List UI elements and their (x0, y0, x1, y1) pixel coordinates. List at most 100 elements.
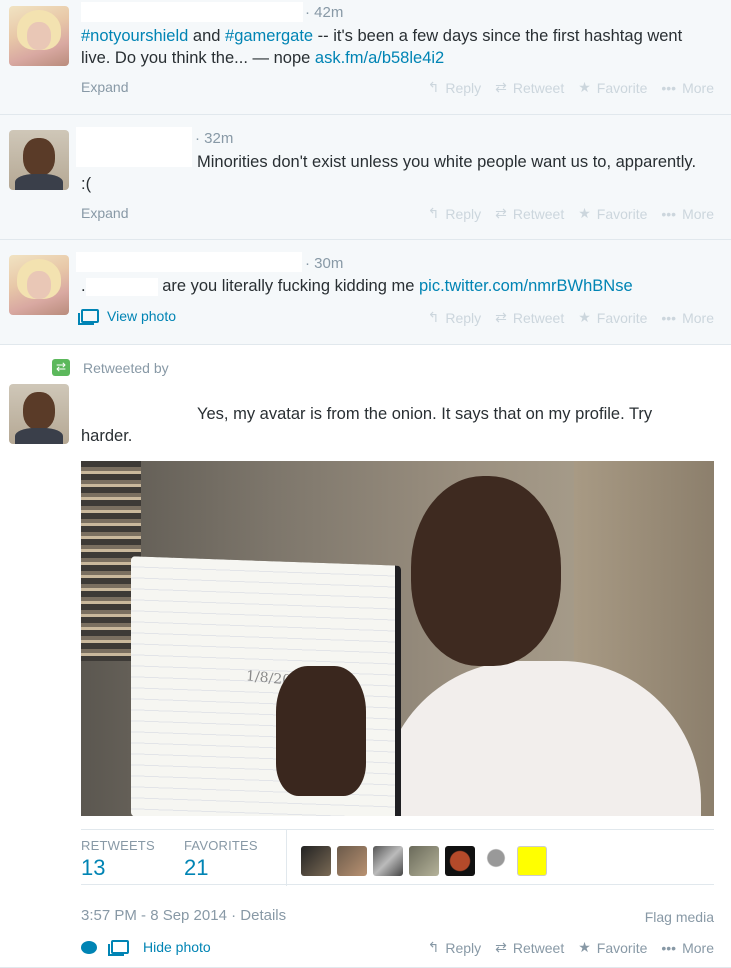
reply-action[interactable]: ↰ Reply (428, 309, 482, 326)
tweet-photo[interactable]: 1/8/2014 (81, 461, 714, 816)
retweet-icon: ⇄ (495, 939, 507, 955)
reply-action[interactable]: ↰ Reply (428, 939, 482, 956)
tweet-time: · 42m (305, 4, 344, 21)
retweet-action[interactable]: ⇄ Retweet (495, 79, 564, 96)
favorite-action[interactable]: ★ Favorite (578, 205, 647, 222)
favoriter-avatar[interactable] (301, 846, 331, 876)
tweet-actions: ↰ Reply ⇄ Retweet ★ Favorite ••• More (428, 939, 714, 956)
retweet-icon: ⇄ (495, 205, 507, 221)
tweet-item[interactable]: · 32m Minorities don't exist unless you … (0, 115, 731, 240)
expand-link[interactable]: Expand (81, 79, 128, 95)
photo-link[interactable]: pic.twitter.com/nmrBWhBNse (419, 277, 633, 295)
ellipsis-icon: ••• (661, 205, 677, 222)
expand-link[interactable]: Expand (81, 205, 128, 221)
avatar[interactable] (9, 130, 69, 190)
ellipsis-icon: ••• (661, 939, 677, 956)
tweet-stats: RETWEETS 13 FAVORITES 21 (81, 829, 714, 886)
stats-divider (286, 830, 287, 886)
ellipsis-icon: ••• (661, 79, 677, 96)
retweets-stat[interactable]: RETWEETS 13 (81, 838, 155, 881)
url-link[interactable]: ask.fm/a/b58le4i2 (315, 49, 444, 67)
tweet-item[interactable]: · 30m . are you literally fucking kiddin… (0, 240, 731, 345)
more-action[interactable]: ••• More (661, 206, 714, 222)
more-label: More (682, 205, 714, 222)
favorite-action[interactable]: ★ Favorite (578, 939, 647, 956)
more-action[interactable]: ••• More (661, 940, 714, 956)
star-icon: ★ (578, 309, 591, 325)
text-segment: and (188, 27, 226, 45)
star-icon: ★ (578, 939, 591, 955)
time-value[interactable]: 32m (204, 130, 233, 147)
retweet-icon: ⇄ (495, 309, 507, 325)
flag-media-link[interactable]: Flag media (645, 909, 714, 925)
more-action[interactable]: ••• More (661, 310, 714, 326)
favoriter-avatar[interactable] (517, 846, 547, 876)
conversation-icon[interactable] (81, 940, 97, 954)
hashtag-link[interactable]: #notyourshield (81, 27, 188, 45)
more-action[interactable]: ••• More (661, 80, 714, 96)
favorite-label: Favorite (596, 309, 648, 326)
hide-photo-link[interactable]: Hide photo (143, 939, 211, 955)
tweet-text: #notyourshield and #gamergate -- it's be… (81, 25, 701, 69)
tweet-actions: ↰ Reply ⇄ Retweet ★ Favorite ••• More (428, 79, 714, 96)
favorite-label: Favorite (596, 205, 648, 222)
reply-label: Reply (445, 205, 482, 222)
details-link[interactable]: Details (240, 907, 286, 924)
avatar[interactable] (9, 255, 69, 315)
retweet-label: Retweet (512, 939, 565, 956)
favorite-action[interactable]: ★ Favorite (578, 79, 647, 96)
favoriter-avatar[interactable] (373, 846, 403, 876)
star-icon: ★ (578, 205, 591, 221)
tweet-time: · 32m (195, 130, 234, 147)
favoriter-avatar[interactable] (337, 846, 367, 876)
photo-icon (108, 940, 129, 956)
avatar[interactable] (9, 384, 69, 444)
time-value[interactable]: 30m (314, 255, 343, 272)
retweet-action[interactable]: ⇄ Retweet (495, 205, 564, 222)
retweet-icon: ⇄ (495, 79, 507, 95)
tweet-text: Yes, my avatar is from the onion. It say… (81, 405, 653, 445)
person-head (411, 476, 561, 666)
retweet-action[interactable]: ⇄ Retweet (495, 309, 564, 326)
retweets-label: RETWEETS (81, 838, 155, 853)
retweet-action[interactable]: ⇄ Retweet (495, 939, 564, 956)
reply-label: Reply (445, 939, 482, 956)
expanded-tweet[interactable]: ⇄ Retweeted by Yes, my avatar is from th… (0, 345, 731, 968)
ellipsis-icon: ••• (661, 309, 677, 326)
tweet-text: . are you literally fucking kidding me p… (81, 275, 701, 297)
redacted-mention (85, 277, 158, 296)
reply-action[interactable]: ↰ Reply (428, 205, 482, 222)
tweet-actions: ↰ Reply ⇄ Retweet ★ Favorite ••• More (428, 309, 714, 326)
hand (276, 666, 366, 796)
favorites-label: FAVORITES (184, 838, 258, 853)
favorite-label: Favorite (596, 79, 648, 96)
media-controls: Hide photo (81, 939, 211, 956)
tweet-timestamp: 3:57 PM - 8 Sep 2014 · Details (81, 907, 287, 924)
avatar[interactable] (9, 6, 69, 66)
view-photo-link[interactable]: View photo (78, 308, 176, 325)
retweet-label: Retweet (512, 205, 565, 222)
favoriter-avatar[interactable] (409, 846, 439, 876)
retweet-icon: ⇄ (52, 359, 70, 376)
tweet-text: Minorities don't exist unless you white … (81, 153, 697, 193)
favorite-action[interactable]: ★ Favorite (578, 309, 647, 326)
retweeted-by-label: Retweeted by (83, 360, 169, 376)
favoriter-avatar[interactable] (481, 846, 511, 876)
reply-action[interactable]: ↰ Reply (428, 79, 482, 96)
favorites-stat[interactable]: FAVORITES 21 (184, 838, 258, 881)
reply-label: Reply (445, 79, 482, 96)
reply-icon: ↰ (427, 939, 440, 955)
tweet-item[interactable]: · 42m #notyourshield and #gamergate -- i… (0, 0, 731, 115)
reply-label: Reply (445, 309, 482, 326)
time-value[interactable]: 42m (314, 4, 343, 21)
text-segment: are you literally fucking kidding me (162, 277, 415, 295)
tweet-time: · 30m (305, 255, 344, 272)
favoriter-avatar[interactable] (445, 846, 475, 876)
reply-icon: ↰ (427, 79, 440, 95)
reply-icon: ↰ (427, 205, 440, 221)
hashtag-link[interactable]: #gamergate (225, 27, 313, 45)
tweet-actions: ↰ Reply ⇄ Retweet ★ Favorite ••• More (428, 205, 714, 222)
favoriters-list (301, 846, 547, 876)
timestamp-value[interactable]: 3:57 PM - 8 Sep 2014 (81, 907, 227, 924)
retweet-label: Retweet (512, 79, 565, 96)
